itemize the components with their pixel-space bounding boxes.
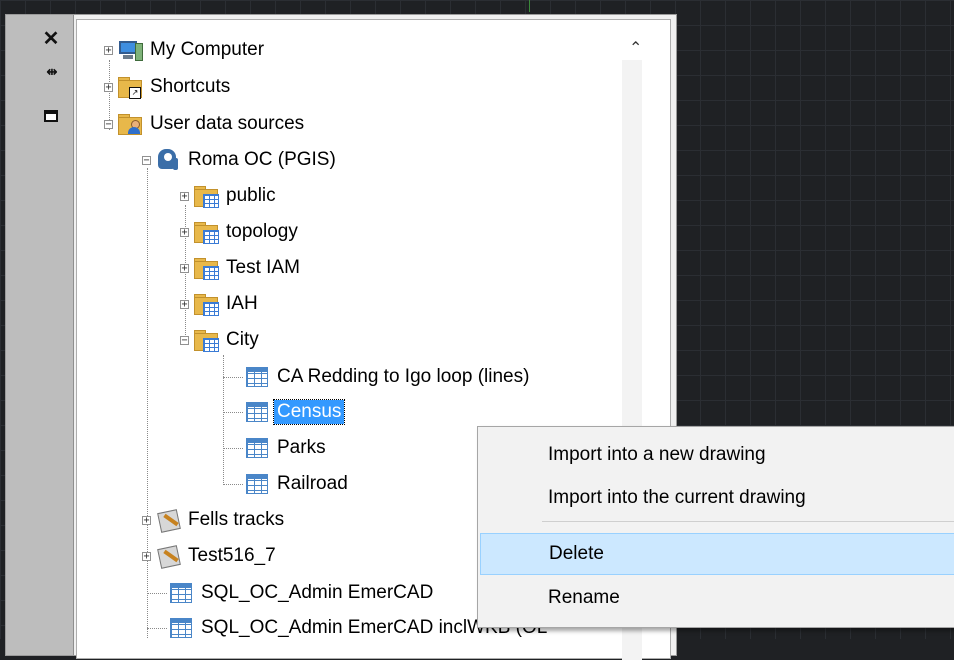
postgresql-elephant-icon [155, 148, 181, 172]
menu-item-rename[interactable]: Rename [478, 577, 954, 619]
table-icon [244, 400, 270, 424]
menu-item-label: Rename [548, 587, 620, 608]
table-folder-icon [193, 328, 219, 352]
expand-icon[interactable]: + [142, 515, 151, 525]
tree-item-census[interactable]: Census [244, 397, 346, 427]
tree-item-label-selected: Census [272, 399, 346, 425]
table-folder-icon [193, 220, 219, 244]
tree-item-label: CA Redding to Igo loop (lines) [277, 366, 530, 387]
scroll-up-icon[interactable]: ⌃ [629, 38, 642, 58]
tree-connector [223, 377, 243, 378]
menu-item-import-current[interactable]: Import into the current drawing [478, 477, 954, 519]
tree-item-label: Test516_7 [188, 545, 276, 566]
context-menu: Import into a new drawing Import into th… [477, 426, 954, 628]
tree-item-label: Parks [277, 437, 326, 458]
tree-item-shortcuts[interactable]: + ↗ Shortcuts [104, 72, 233, 102]
tree-item-ca-redding[interactable]: CA Redding to Igo loop (lines) [244, 362, 532, 392]
collapse-icon[interactable]: − [180, 335, 189, 345]
expand-icon[interactable]: + [180, 227, 189, 237]
tree-item-city[interactable]: − City [180, 325, 262, 355]
tree-item-label: City [226, 329, 259, 350]
tree-item-test516[interactable]: + Test516_7 [142, 541, 279, 571]
tree-item-label: topology [226, 221, 298, 242]
expand-icon[interactable]: + [180, 191, 189, 201]
table-folder-icon [193, 292, 219, 316]
tree-connector [223, 412, 243, 413]
palette-title-strip: ✕ ⇹ [6, 15, 74, 655]
tree-item-label: My Computer [150, 39, 265, 60]
expand-icon[interactable]: + [142, 551, 151, 561]
table-folder-icon [193, 256, 219, 280]
menu-item-label: Import into the current drawing [548, 487, 806, 508]
close-icon[interactable]: ✕ [40, 27, 62, 50]
menu-item-import-new[interactable]: Import into a new drawing [478, 434, 954, 476]
tree-item-label: Railroad [277, 473, 348, 494]
tree-item-label: public [226, 185, 276, 206]
tree-connector [147, 593, 167, 594]
tree-item-label: SQL_OC_Admin EmerCAD [201, 582, 434, 603]
table-icon [168, 616, 194, 640]
tree-item-label: Shortcuts [150, 76, 231, 97]
menu-item-delete[interactable]: Delete [480, 533, 954, 575]
tree-item-label: Fells tracks [188, 509, 285, 530]
track-data-icon [155, 544, 181, 569]
properties-icon[interactable] [40, 105, 62, 127]
expand-icon[interactable]: + [180, 263, 189, 273]
expand-icon[interactable]: + [104, 45, 113, 55]
menu-item-label: Import into a new drawing [548, 444, 766, 465]
tree-item-label: User data sources [150, 113, 305, 134]
collapse-icon[interactable]: − [104, 119, 113, 129]
collapse-icon[interactable]: − [142, 155, 151, 165]
expand-icon[interactable]: + [180, 299, 189, 309]
track-data-icon [155, 508, 181, 533]
tree-item-iah[interactable]: + IAH [180, 289, 261, 319]
auto-hide-icon[interactable]: ⇹ [40, 61, 62, 83]
menu-item-label: Delete [549, 543, 604, 564]
tree-item-label: Roma OC (PGIS) [188, 149, 336, 170]
expand-icon[interactable]: + [104, 82, 113, 92]
tree-item-sql-oc-admin[interactable]: SQL_OC_Admin EmerCAD [168, 578, 436, 608]
tree-item-railroad[interactable]: Railroad [244, 469, 351, 499]
tree-item-label: Test IAM [226, 257, 300, 278]
table-icon [168, 581, 194, 605]
table-icon [244, 436, 270, 460]
tree-item-fells-tracks[interactable]: + Fells tracks [142, 505, 287, 535]
tree-item-parks[interactable]: Parks [244, 433, 329, 463]
computer-icon [117, 38, 143, 62]
tree-item-topology[interactable]: + topology [180, 217, 301, 247]
table-folder-icon [193, 184, 219, 208]
shortcut-folder-icon: ↗ [117, 75, 143, 99]
menu-separator [542, 521, 954, 522]
table-icon [244, 365, 270, 389]
tree-item-public[interactable]: + public [180, 181, 279, 211]
tree-item-roma-oc[interactable]: − Roma OC (PGIS) [142, 145, 339, 175]
canvas-axis-line [529, 0, 530, 12]
tree-item-label: IAH [226, 293, 258, 314]
user-folder-icon [117, 112, 143, 136]
tree-item-test-iam[interactable]: + Test IAM [180, 253, 303, 283]
tree-connector [147, 628, 167, 629]
tree-item-my-computer[interactable]: + My Computer [104, 35, 267, 65]
tree-connector [223, 448, 243, 449]
tree-connector [223, 484, 243, 485]
tree-connector [223, 355, 224, 485]
table-icon [244, 472, 270, 496]
tree-item-user-data-sources[interactable]: − User data sources [104, 109, 307, 139]
